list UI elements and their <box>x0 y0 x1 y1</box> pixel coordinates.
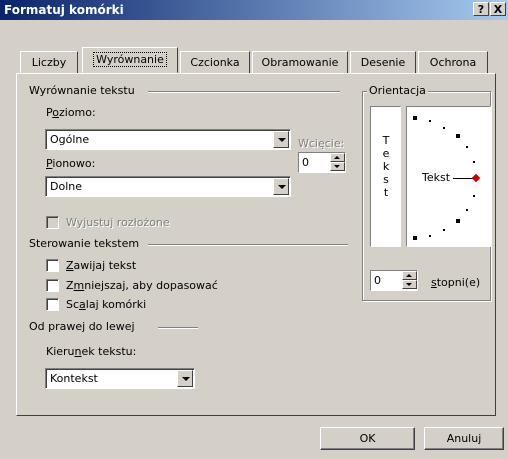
dial-dot <box>429 120 431 122</box>
vertical-label: Pionowo: <box>46 157 96 170</box>
dial-dot <box>443 127 445 129</box>
justify-distributed-label: Wyjustuj rozłożone <box>66 216 170 229</box>
horizontal-label: Poziomo: <box>46 106 96 119</box>
ok-button[interactable]: OK <box>320 427 415 450</box>
merge-cells-label: Scalaj komórki <box>66 298 147 311</box>
tab-label: Ochrona <box>429 56 477 69</box>
text-direction-select[interactable]: Kontekst <box>45 368 195 389</box>
indent-spinner[interactable]: 0 <box>298 152 346 173</box>
degrees-spinner[interactable]: 0 <box>370 270 418 291</box>
dial-needle <box>453 178 473 179</box>
shrink-to-fit-label: Zmniejszaj, aby dopasować <box>66 279 218 292</box>
wrap-text-label: Zawijaj tekst <box>66 259 137 272</box>
dial-top-marker <box>413 116 417 120</box>
indent-value: 0 <box>302 156 309 169</box>
indent-label: Wcięcie: <box>298 137 345 150</box>
dial-marker <box>456 134 460 138</box>
degrees-value: 0 <box>374 274 381 287</box>
tab-czcionka[interactable]: Czcionka <box>180 51 250 73</box>
help-button[interactable]: ? <box>473 2 489 16</box>
dial-marker <box>456 219 460 223</box>
dropdown-arrow-icon[interactable] <box>177 370 193 387</box>
dial-dot <box>473 195 475 197</box>
tab-label: Obramowanie <box>261 56 339 69</box>
window-title: Formatuj komórki <box>4 3 124 17</box>
shrink-to-fit-checkbox[interactable] <box>46 279 59 292</box>
orientation-dial[interactable]: Tekst <box>406 106 491 247</box>
cancel-button[interactable]: Anuluj <box>424 427 504 450</box>
title-bar: Formatuj komórki ? X <box>0 0 508 20</box>
tab-desenie[interactable]: Desenie <box>350 51 416 73</box>
section-title-text-control: Sterowanie tekstem <box>29 237 140 250</box>
merge-cells-checkbox[interactable] <box>46 298 59 311</box>
dial-handle[interactable] <box>471 173 481 183</box>
horizontal-value: Ogólne <box>50 133 90 146</box>
dropdown-arrow-icon[interactable] <box>273 178 289 195</box>
dial-dot <box>429 235 431 237</box>
degrees-label: stopni(e) <box>431 276 481 289</box>
separator <box>158 327 198 329</box>
dial-text: Tekst <box>422 171 451 184</box>
spin-up-icon[interactable] <box>402 271 417 280</box>
dial-bottom-marker <box>413 236 417 240</box>
text-direction-label: Kierunek tekstu: <box>46 345 137 358</box>
tab-wyrownanie[interactable]: Wyrównanie <box>82 47 178 73</box>
vertical-text-box[interactable]: T e k s t <box>370 106 401 247</box>
spin-down-icon[interactable] <box>402 280 417 289</box>
tab-label: Wyrównanie <box>93 52 167 67</box>
tab-label: Desenie <box>360 56 406 69</box>
spin-down-icon[interactable] <box>330 162 345 171</box>
text-direction-value: Kontekst <box>50 372 98 385</box>
tab-obramowanie[interactable]: Obramowanie <box>252 51 348 73</box>
dropdown-arrow-icon[interactable] <box>273 131 289 148</box>
spin-up-icon[interactable] <box>330 153 345 162</box>
dial-dot <box>473 161 475 163</box>
tab-ochrona[interactable]: Ochrona <box>418 51 488 73</box>
section-title-orientation: Orientacja <box>367 84 428 97</box>
tab-label: Czcionka <box>190 56 240 69</box>
wrap-text-checkbox[interactable] <box>46 259 59 272</box>
tab-liczby[interactable]: Liczby <box>20 51 78 73</box>
dial-dot <box>466 209 468 211</box>
separator <box>148 244 348 246</box>
horizontal-select[interactable]: Ogólne <box>45 129 291 150</box>
vertical-value: Dolne <box>50 180 82 193</box>
separator <box>148 91 340 93</box>
dial-dot <box>466 146 468 148</box>
justify-distributed-checkbox[interactable] <box>46 216 59 229</box>
vertical-text: T e k s t <box>382 134 390 199</box>
dial-dot <box>443 229 445 231</box>
section-title-alignment: Wyrównanie tekstu <box>29 84 135 97</box>
vertical-select[interactable]: Dolne <box>45 176 291 197</box>
section-title-rtl: Od prawej do lewej <box>29 320 135 333</box>
tab-label: Liczby <box>31 56 67 69</box>
close-button[interactable]: X <box>490 2 506 16</box>
